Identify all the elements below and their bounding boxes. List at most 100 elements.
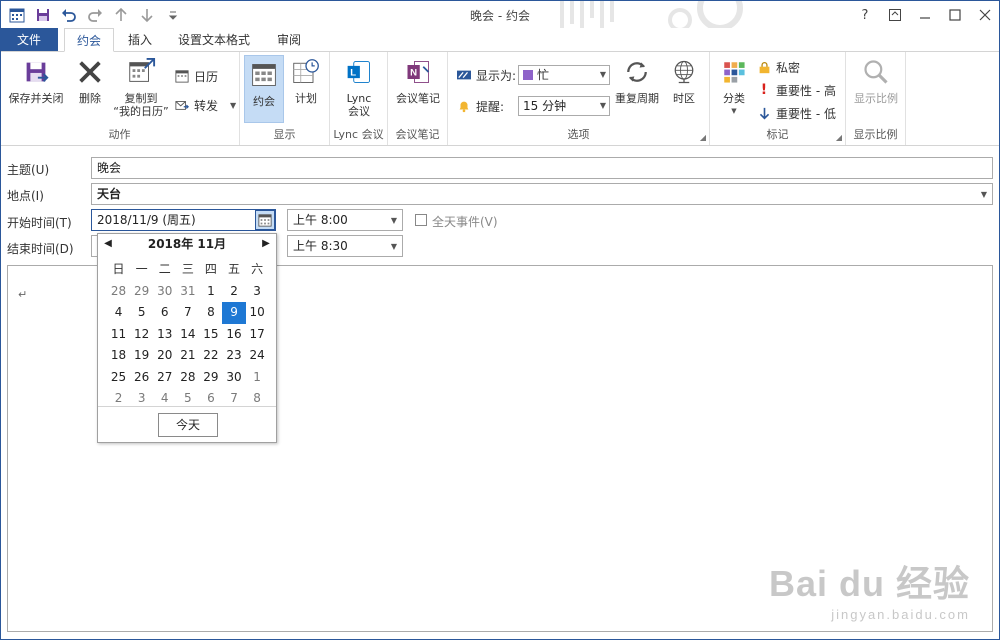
calendar-day[interactable]: 2 <box>222 281 245 303</box>
calendar-day[interactable]: 29 <box>130 281 153 303</box>
watermark-main: Bai du 经验 <box>768 563 970 604</box>
onenote-icon: N <box>402 56 434 88</box>
lync-meeting-button[interactable]: L Lync 会议 <box>340 56 378 118</box>
calendar-day[interactable]: 16 <box>222 324 245 346</box>
calendar-day[interactable]: 20 <box>153 345 176 367</box>
reminder-value: 15 分钟 <box>523 99 567 113</box>
calendar-day[interactable]: 14 <box>176 324 199 346</box>
lync-icon: L <box>343 56 375 88</box>
today-button[interactable]: 今天 <box>158 413 218 437</box>
calendar-day[interactable]: 1 <box>246 367 269 389</box>
ribbon-display-icon[interactable] <box>880 0 910 30</box>
tab-appointment[interactable]: 约会 <box>64 28 115 52</box>
calendar-day[interactable]: 27 <box>153 367 176 389</box>
show-as-label: 显示为: <box>476 68 517 83</box>
calendar-week-row: 11 12 13 14 15 16 17 <box>107 324 269 346</box>
categorize-button[interactable]: 分类 ▼ <box>716 56 752 118</box>
all-day-checkbox[interactable] <box>415 214 427 226</box>
calendar-day[interactable]: 13 <box>153 324 176 346</box>
save-close-button[interactable]: 保存并关闭 <box>4 56 68 105</box>
calendar-day[interactable]: 17 <box>246 324 269 346</box>
location-dropdown-icon[interactable]: ▼ <box>981 185 987 205</box>
subject-label: 主题(U) <box>7 163 50 177</box>
private-button[interactable]: 私密 <box>756 57 800 77</box>
calendar-day[interactable]: 8 <box>199 302 222 324</box>
schedule-label: 计划 <box>295 92 317 105</box>
timezone-button[interactable]: 时区 <box>666 56 702 105</box>
tags-launcher-icon[interactable]: ◢ <box>836 133 842 142</box>
calendar-grid: 日一二三四五六 28 29 30 31 1 2 3 4 5 6 7 8 9 10 11 12 13 14 15 16 17… <box>107 259 269 410</box>
close-icon[interactable] <box>970 0 1000 30</box>
calendar-day[interactable]: 5 <box>130 302 153 324</box>
show-as-icon <box>456 67 472 83</box>
reminder-label: 提醒: <box>476 99 505 114</box>
zoom-button[interactable]: 显示比例 <box>850 56 902 105</box>
location-input[interactable]: 天台 ▼ <box>91 183 993 205</box>
show-as-label-wrap: 显示为: <box>456 65 516 85</box>
group-show: 约会 计划 显示 <box>240 52 330 145</box>
group-meeting-notes: N 会议笔记 会议笔记 <box>388 52 448 145</box>
tab-insert[interactable]: 插入 <box>116 28 164 52</box>
copy-to-calendar-button[interactable]: 复制到 “我的日历” <box>110 56 172 118</box>
delete-label: 删除 <box>79 92 101 105</box>
help-button[interactable]: ? <box>850 0 880 30</box>
categorize-dropdown-icon: ▼ <box>731 107 737 115</box>
ribbon-tabs: 文件 约会 插入 设置文本格式 审阅 <box>0 28 1000 52</box>
calendar-day[interactable]: 26 <box>130 367 153 389</box>
minimize-icon[interactable] <box>910 0 940 30</box>
calendar-day[interactable]: 30 <box>222 367 245 389</box>
calendar-day[interactable]: 6 <box>153 302 176 324</box>
schedule-button[interactable]: 计划 <box>288 56 324 105</box>
high-importance-button[interactable]: ! 重要性 - 高 <box>756 80 836 100</box>
start-time-select[interactable]: 上午 8:00 ▼ <box>287 209 403 231</box>
appointment-view-icon <box>248 59 280 91</box>
calendar-day[interactable]: 25 <box>107 367 130 389</box>
start-date-value: 2018/11/9 (周五) <box>97 213 196 227</box>
calendar-week-row: 28 29 30 31 1 2 3 <box>107 281 269 303</box>
calendar-day[interactable]: 7 <box>176 302 199 324</box>
calendar-day[interactable]: 10 <box>246 302 269 324</box>
calendar-day[interactable]: 18 <box>107 345 130 367</box>
ribbon: 保存并关闭 删除 复制到 “我的日历” 日历 转发 ▼ 动作 约会 计划 显示 … <box>0 51 1000 146</box>
low-importance-button[interactable]: 重要性 - 低 <box>756 103 836 123</box>
calendar-day[interactable]: 21 <box>176 345 199 367</box>
calendar-day[interactable]: 3 <box>246 281 269 303</box>
arrow-down-blue-icon <box>756 105 772 121</box>
tab-file[interactable]: 文件 <box>0 28 58 52</box>
calendar-day[interactable]: 23 <box>222 345 245 367</box>
calendar-day[interactable]: 1 <box>199 281 222 303</box>
recurrence-button[interactable]: 重复周期 <box>612 56 662 105</box>
calendar-day[interactable]: 15 <box>199 324 222 346</box>
calendar-day[interactable]: 31 <box>176 281 199 303</box>
date-picker-button[interactable] <box>255 210 275 230</box>
calendar-day[interactable]: 4 <box>107 302 130 324</box>
calendar-day[interactable]: 28 <box>107 281 130 303</box>
forward-button[interactable]: 转发 ▼ <box>174 95 236 115</box>
calendar-day[interactable]: 24 <box>246 345 269 367</box>
weekday-label: 日 <box>112 262 125 276</box>
calendar-day[interactable]: 19 <box>130 345 153 367</box>
end-time-select[interactable]: 上午 8:30 ▼ <box>287 235 403 257</box>
reminder-select[interactable]: 15 分钟 ▼ <box>518 96 610 116</box>
calendar-day[interactable]: 28 <box>176 367 199 389</box>
calendar-button[interactable]: 日历 <box>174 66 218 86</box>
start-date-input[interactable]: 2018/11/9 (周五) <box>91 209 276 231</box>
meeting-notes-button[interactable]: N 会议笔记 <box>393 56 443 105</box>
options-launcher-icon[interactable]: ◢ <box>700 133 706 142</box>
calendar-day[interactable]: 22 <box>199 345 222 367</box>
calendar-picker-icon <box>258 214 272 227</box>
maximize-icon[interactable] <box>940 0 970 30</box>
tab-review[interactable]: 审阅 <box>265 28 313 52</box>
calendar-day[interactable]: 11 <box>107 324 130 346</box>
appointment-view-button[interactable]: 约会 <box>244 55 284 123</box>
next-month-button[interactable]: ▶ <box>258 234 274 254</box>
calendar-day[interactable]: 30 <box>153 281 176 303</box>
calendar-day-selected[interactable]: 9 <box>222 302 246 324</box>
copy-to-label-line2: “我的日历” <box>113 105 169 118</box>
delete-button[interactable]: 删除 <box>72 56 108 105</box>
show-as-select[interactable]: 忙 ▼ <box>518 65 610 85</box>
calendar-day[interactable]: 29 <box>199 367 222 389</box>
calendar-day[interactable]: 12 <box>130 324 153 346</box>
tab-format-text[interactable]: 设置文本格式 <box>166 28 262 52</box>
subject-input[interactable]: 晚会 <box>91 157 993 179</box>
